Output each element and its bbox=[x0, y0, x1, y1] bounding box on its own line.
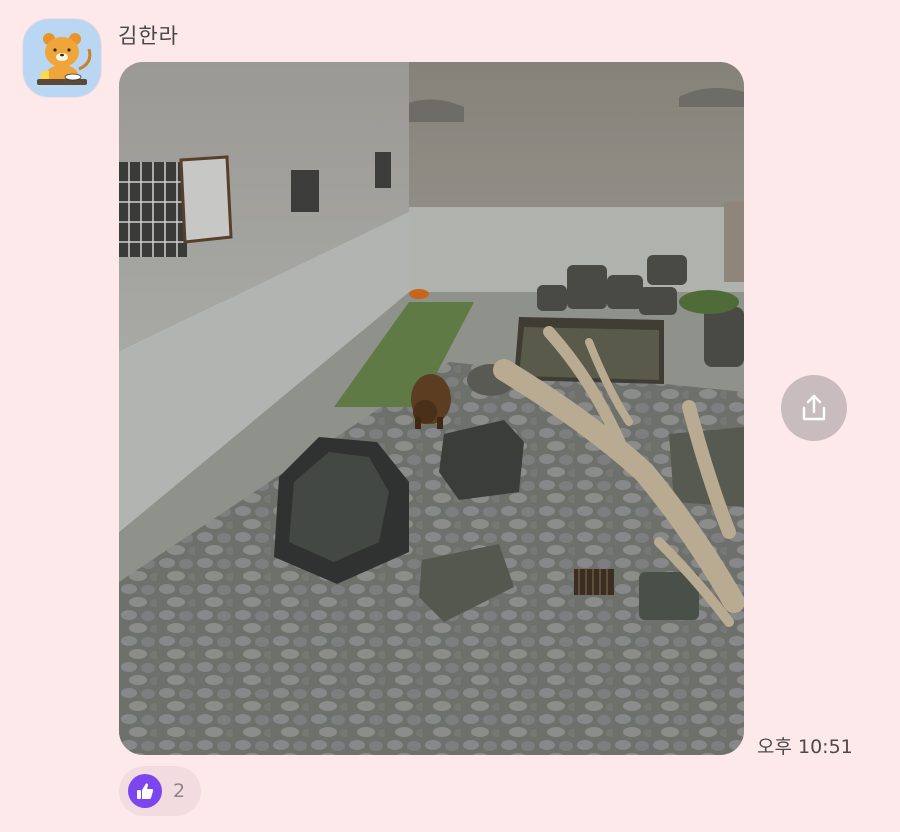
share-button[interactable] bbox=[781, 375, 847, 441]
share-icon bbox=[802, 394, 826, 421]
thumbs-up-icon bbox=[137, 783, 154, 799]
reaction-count: 2 bbox=[173, 780, 186, 802]
bear-enclosure-photo bbox=[119, 62, 744, 755]
like-reaction[interactable]: 2 bbox=[119, 766, 201, 816]
like-badge bbox=[128, 774, 162, 808]
message-timestamp: 오후 10:51 bbox=[757, 736, 853, 758]
photo-message[interactable] bbox=[119, 62, 744, 755]
sender-name: 김한라 bbox=[118, 24, 179, 48]
lion-character-icon bbox=[37, 33, 92, 85]
sender-avatar[interactable] bbox=[23, 19, 101, 97]
